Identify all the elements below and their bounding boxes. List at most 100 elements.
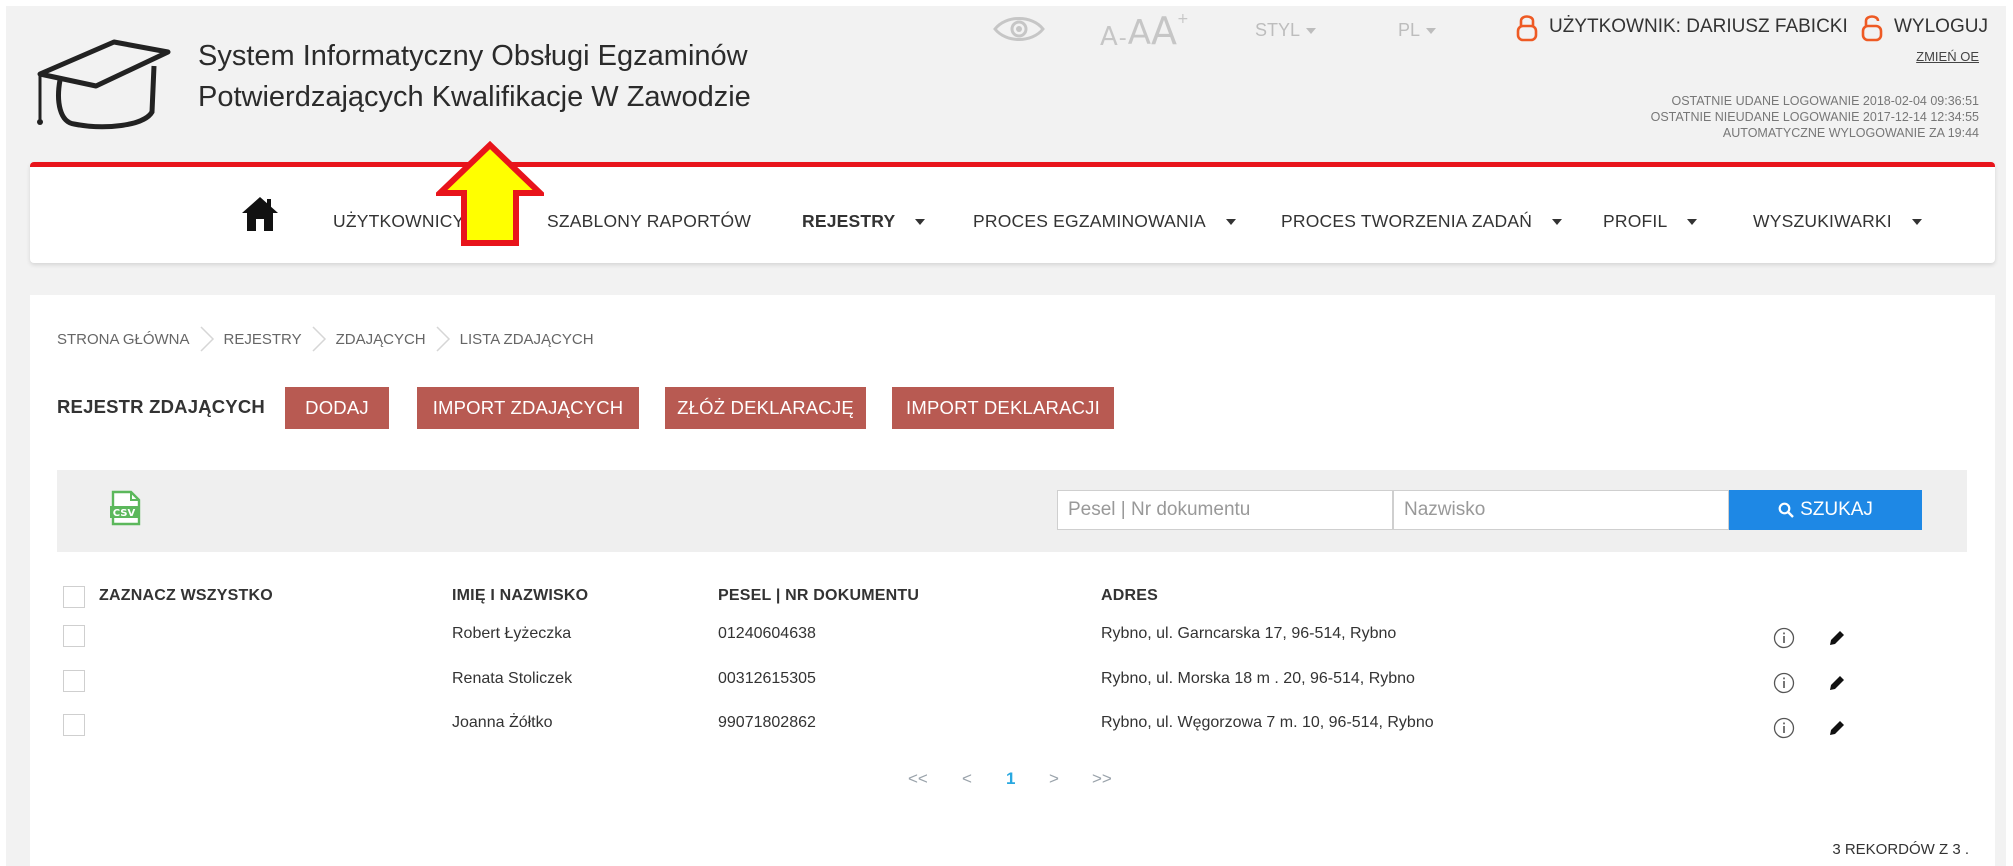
pagination-next[interactable]: > (1049, 769, 1059, 789)
row-name: Renata Stoliczek (452, 670, 573, 687)
chevron-right-icon (200, 326, 214, 352)
nav-item-label: REJESTRY (802, 211, 896, 231)
chevron-down-icon (915, 219, 926, 226)
select-all-checkbox[interactable] (63, 586, 85, 608)
column-header-pesel: PESEL | NR DOKUMENTU (718, 587, 920, 604)
search-button-label: SZUKAJ (1800, 499, 1873, 520)
breadcrumb-home[interactable]: STRONA GŁÓWNA (57, 331, 190, 348)
app-title-line1: System Informatyczny Obsługi Egzaminów (198, 40, 748, 72)
nav-item-report-templates[interactable]: SZABLONY RAPORTÓW (547, 211, 751, 232)
row-name: Robert Łyżeczka (452, 625, 572, 642)
row-pesel: 00312615305 (718, 670, 816, 687)
row-checkbox[interactable] (63, 625, 85, 647)
user-icon (1516, 15, 1538, 42)
row-address: Rybno, ul. Garncarska 17, 96-514, Rybno (1101, 625, 1397, 642)
highlight-arrow-icon (436, 141, 544, 246)
pencil-icon[interactable] (1827, 718, 1847, 738)
auto-logout-timer: AUTOMATYCZNE WYLOGOWANIE ZA 19:44 (1722, 126, 1979, 140)
nav-item-label: PROFIL (1603, 211, 1668, 231)
import-candidates-button[interactable]: IMPORT ZDAJĄCYCH (417, 387, 639, 429)
last-success-login: OSTATNIE UDANE LOGOWANIE 2018-02-04 09:3… (1671, 94, 1979, 108)
breadcrumb-registers[interactable]: REJESTRY (224, 331, 302, 348)
language-dropdown[interactable]: PL (1398, 20, 1437, 41)
column-header-address: ADRES (1101, 587, 1159, 604)
nav-item-task-creation[interactable]: PROCES TWORZENIA ZADAŃ (1281, 211, 1563, 232)
nav-item-search-engines[interactable]: WYSZUKIWARKI (1753, 211, 1922, 232)
search-button[interactable]: SZUKAJ (1729, 490, 1922, 530)
nav-item-profile[interactable]: PROFIL (1603, 211, 1698, 232)
nav-item-label: WYSZUKIWARKI (1753, 211, 1892, 231)
font-size-medium-button[interactable]: A (1128, 16, 1151, 50)
breadcrumb-candidate-list: LISTA ZDAJĄCYCH (459, 330, 594, 348)
breadcrumb: STRONA GŁÓWNA REJESTRY ZDAJĄCYCH LISTA Z… (57, 325, 594, 353)
info-icon[interactable] (1773, 627, 1795, 649)
user-info: UŻYTKOWNIK: DARIUSZ FABICKI (1515, 12, 1848, 42)
eye-icon[interactable] (992, 14, 1046, 44)
font-size-small-button[interactable]: A (1100, 24, 1118, 50)
style-dropdown-label: STYL (1255, 20, 1301, 40)
column-header-name: IMIĘ I NAZWISKO (452, 587, 589, 604)
nav-item-label: PROCES EGZAMINOWANIA (973, 211, 1206, 231)
login-info: OSTATNIE UDANE LOGOWANIE 2018-02-04 09:3… (1651, 93, 1979, 141)
content-card: STRONA GŁÓWNA REJESTRY ZDAJĄCYCH LISTA Z… (30, 295, 1995, 866)
svg-text:CSV: CSV (113, 508, 136, 519)
logout-button[interactable]: WYLOGUJ (1860, 12, 1988, 42)
pagination: << < 1 > >> (30, 769, 1995, 795)
language-dropdown-label: PL (1398, 20, 1421, 40)
row-address: Rybno, ul. Morska 18 m . 20, 96-514, Ryb… (1101, 670, 1415, 687)
chevron-right-icon (436, 326, 450, 352)
row-name: Joanna Żółtko (452, 714, 553, 731)
chevron-down-icon (1225, 219, 1236, 226)
pagination-current-page[interactable]: 1 (1006, 769, 1015, 789)
unlock-icon (1861, 15, 1883, 42)
chevron-down-icon (1911, 219, 1922, 226)
pencil-icon[interactable] (1827, 628, 1847, 648)
main-navigation: UŻYTKOWNICY SZABLONY RAPORTÓW REJESTRY P… (30, 162, 1995, 263)
info-icon[interactable] (1773, 672, 1795, 694)
submit-declaration-button[interactable]: ZŁÓŻ DEKLARACJĘ (665, 387, 866, 429)
pagination-first[interactable]: << (908, 769, 928, 789)
search-toolbar: CSV SZUKAJ (57, 470, 1967, 552)
user-name: UŻYTKOWNIK: DARIUSZ FABICKI (1549, 16, 1848, 37)
app-title-line2: Potwierdzających Kwalifikacje W Zawodzie (198, 81, 751, 113)
surname-search-input[interactable] (1393, 490, 1729, 530)
last-failed-login: OSTATNIE NIEUDANE LOGOWANIE 2017-12-14 1… (1650, 110, 1979, 124)
font-size-plus: + (1177, 11, 1189, 27)
row-address: Rybno, ul. Węgorzowa 7 m. 10, 96-514, Ry… (1101, 714, 1434, 731)
row-checkbox[interactable] (63, 714, 85, 736)
column-header-select-all[interactable]: ZAZNACZ WSZYSTKO (99, 587, 273, 605)
pencil-icon[interactable] (1827, 673, 1847, 693)
csv-export-icon[interactable]: CSV (109, 490, 143, 526)
breadcrumb-candidates[interactable]: ZDAJĄCYCH (336, 331, 426, 348)
home-icon[interactable] (240, 195, 280, 233)
chevron-down-icon (1552, 219, 1563, 226)
row-pesel: 99071802862 (718, 714, 816, 731)
nav-item-registers[interactable]: REJESTRY (802, 211, 926, 232)
add-button[interactable]: DODAJ (285, 387, 389, 429)
nav-item-label: SZABLONY RAPORTÓW (547, 211, 752, 231)
change-oe-link[interactable]: ZMIEŃ OE (1916, 49, 1979, 64)
app-title: System Informatyczny Obsługi Egzaminów P… (198, 36, 751, 118)
row-pesel: 01240604638 (718, 625, 816, 642)
font-size-controls: A - A A + (1100, 6, 1189, 50)
row-checkbox[interactable] (63, 670, 85, 692)
import-declarations-button[interactable]: IMPORT DEKLARACJI (892, 387, 1114, 429)
graduation-cap-logo (37, 39, 171, 130)
nav-item-exam-process[interactable]: PROCES EGZAMINOWANIA (973, 211, 1236, 232)
font-size-separator: - (1118, 26, 1127, 51)
chevron-right-icon (312, 326, 326, 352)
chevron-down-icon (1426, 28, 1437, 35)
pesel-search-input[interactable] (1057, 490, 1393, 530)
chevron-down-icon (1306, 28, 1317, 35)
records-summary: 3 REKORDÓW Z 3 . (1832, 841, 1969, 858)
font-size-large-button[interactable]: A (1151, 12, 1177, 50)
pagination-prev[interactable]: < (962, 769, 972, 789)
logout-label: WYLOGUJ (1894, 16, 1988, 37)
search-icon (1778, 502, 1794, 518)
page-title: REJESTR ZDAJĄCYCH (57, 396, 265, 417)
info-icon[interactable] (1773, 717, 1795, 739)
chevron-down-icon (1687, 219, 1698, 226)
style-dropdown[interactable]: STYL (1255, 20, 1317, 41)
nav-item-label: PROCES TWORZENIA ZADAŃ (1281, 211, 1533, 231)
pagination-last[interactable]: >> (1092, 769, 1112, 789)
